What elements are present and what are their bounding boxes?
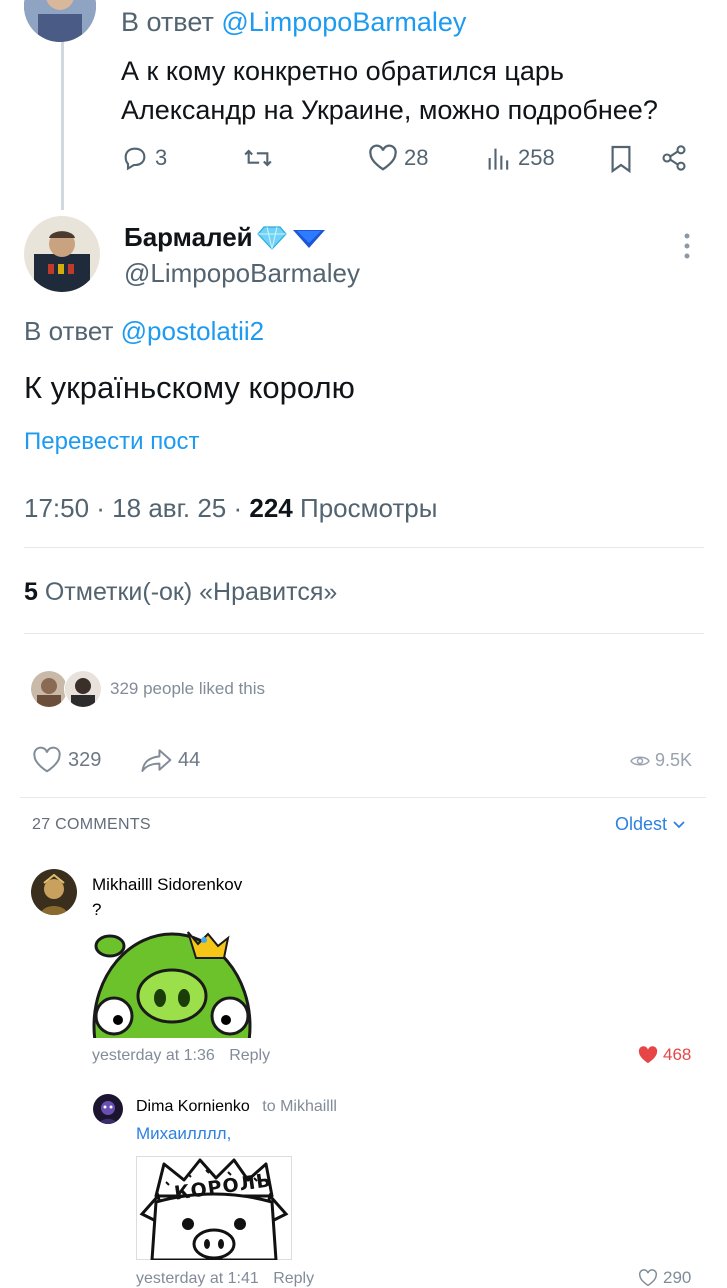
sort-label: Oldest [615, 814, 668, 834]
tweet-text: К україньскому королю [24, 370, 355, 405]
comment-author[interactable]: Dima Kornienko [136, 1098, 250, 1115]
timestamp[interactable]: 17:50 · 18 авг. 25 · [24, 493, 242, 523]
reply-prefix: В ответ [24, 316, 114, 346]
reply-context: В ответ @LimpopoBarmaley [121, 7, 466, 38]
tweet-text-line: А к кому конкретно обратился царь [121, 56, 564, 86]
share-button[interactable] [660, 144, 688, 177]
divider [20, 797, 706, 798]
views-button[interactable]: 258 [486, 144, 555, 172]
like-count: 28 [404, 145, 429, 170]
comment-header: Dima Kornienko to Mikhailll [136, 1098, 337, 1116]
views-count: 224 [249, 493, 293, 523]
share-count: 44 [178, 748, 201, 771]
avatar[interactable] [24, 0, 96, 42]
thread-line [61, 42, 64, 210]
share-arrow-icon [141, 749, 172, 772]
sort-dropdown[interactable]: Oldest [615, 814, 685, 835]
view-count: 258 [518, 145, 555, 170]
divider [24, 633, 704, 634]
heart-icon [639, 1269, 657, 1287]
share-button[interactable]: 44 [140, 746, 200, 774]
translate-link[interactable]: Перевести пост [24, 428, 200, 456]
bookmark-icon [611, 145, 631, 174]
tweet-meta: 17:50 · 18 авг. 25 · 224 Просмотры [24, 493, 437, 524]
reply-prefix: В ответ [121, 7, 214, 37]
reply-handle-link[interactable]: @LimpopoBarmaley [221, 7, 466, 37]
eye-icon [630, 756, 650, 765]
diamond-icon [256, 225, 287, 250]
author-handle[interactable]: @LimpopoBarmaley [124, 258, 360, 289]
views-label: Просмотры [300, 493, 438, 523]
comments-header: 27 COMMENTS [32, 816, 151, 833]
heart-icon [33, 746, 61, 773]
retweet-button[interactable] [242, 144, 274, 172]
avatar [64, 670, 102, 708]
tweet-text: А к кому конкретно обратился царь Алекса… [121, 52, 658, 130]
comment-addressee[interactable]: Михаилллл, [136, 1124, 231, 1144]
author-name-row[interactable]: Бармалей [124, 222, 327, 253]
king-pig-sticker: КОРОЛЬ [136, 1156, 292, 1260]
avatar [30, 670, 68, 708]
comment-like-button[interactable]: 468 [638, 1045, 691, 1065]
tweet-text-line: Александр на Украине, можно подробнее? [121, 95, 658, 125]
comment-meta: yesterday at 1:36 Reply [92, 1047, 270, 1065]
reply-context: В ответ @postolatii2 [24, 316, 264, 347]
pig-sticker [92, 930, 252, 1038]
views-indicator: 9.5K [630, 750, 692, 771]
retweet-icon [244, 149, 272, 167]
reply-link[interactable]: Reply [273, 1270, 314, 1287]
like-button[interactable]: 28 [368, 144, 428, 172]
more-options-button[interactable] [682, 232, 692, 267]
bar-chart-icon [488, 148, 509, 170]
views-count: 9.5K [655, 750, 693, 770]
comment-meta: yesterday at 1:41 Reply [136, 1270, 314, 1288]
chevron-down-icon [673, 820, 685, 828]
reply-handle-link[interactable]: @postolatii2 [121, 316, 264, 346]
likes-label: Отметки(-ок) «Нравится» [44, 578, 338, 606]
avatar[interactable] [24, 216, 100, 292]
more-vertical-icon [684, 233, 690, 259]
reply-link[interactable]: Reply [229, 1047, 270, 1064]
comment-time[interactable]: yesterday at 1:36 [92, 1047, 215, 1064]
comment-author[interactable]: Mikhailll Sidorenkov [92, 875, 242, 895]
likes-count: 5 [24, 578, 38, 606]
comment-like-button[interactable]: 290 [638, 1268, 691, 1288]
share-icon [662, 145, 686, 171]
reply-to[interactable]: to Mikhailll [262, 1098, 337, 1115]
verified-badge-icon [292, 229, 325, 248]
avatar[interactable] [31, 869, 77, 915]
comment-like-count: 468 [663, 1045, 692, 1064]
heart-icon [369, 144, 397, 171]
comment-time[interactable]: yesterday at 1:41 [136, 1270, 259, 1287]
avatar[interactable] [93, 1094, 123, 1124]
likes-summary[interactable]: 5 Отметки(-ок) «Нравится» [24, 578, 337, 607]
bookmark-button[interactable] [609, 144, 633, 179]
like-button[interactable]: 329 [32, 746, 101, 774]
liked-avatars[interactable] [30, 670, 102, 708]
liked-by-text[interactable]: 329 people liked this [110, 679, 265, 699]
heart-filled-icon [638, 1046, 658, 1064]
like-count: 329 [68, 748, 102, 771]
reply-icon [124, 147, 146, 171]
comment-text: ? [92, 900, 102, 919]
comment-like-count: 290 [663, 1268, 692, 1287]
reply-count: 3 [155, 145, 168, 170]
display-name: Бармалей [124, 222, 253, 252]
divider [24, 547, 704, 548]
reply-button[interactable]: 3 [121, 144, 167, 172]
